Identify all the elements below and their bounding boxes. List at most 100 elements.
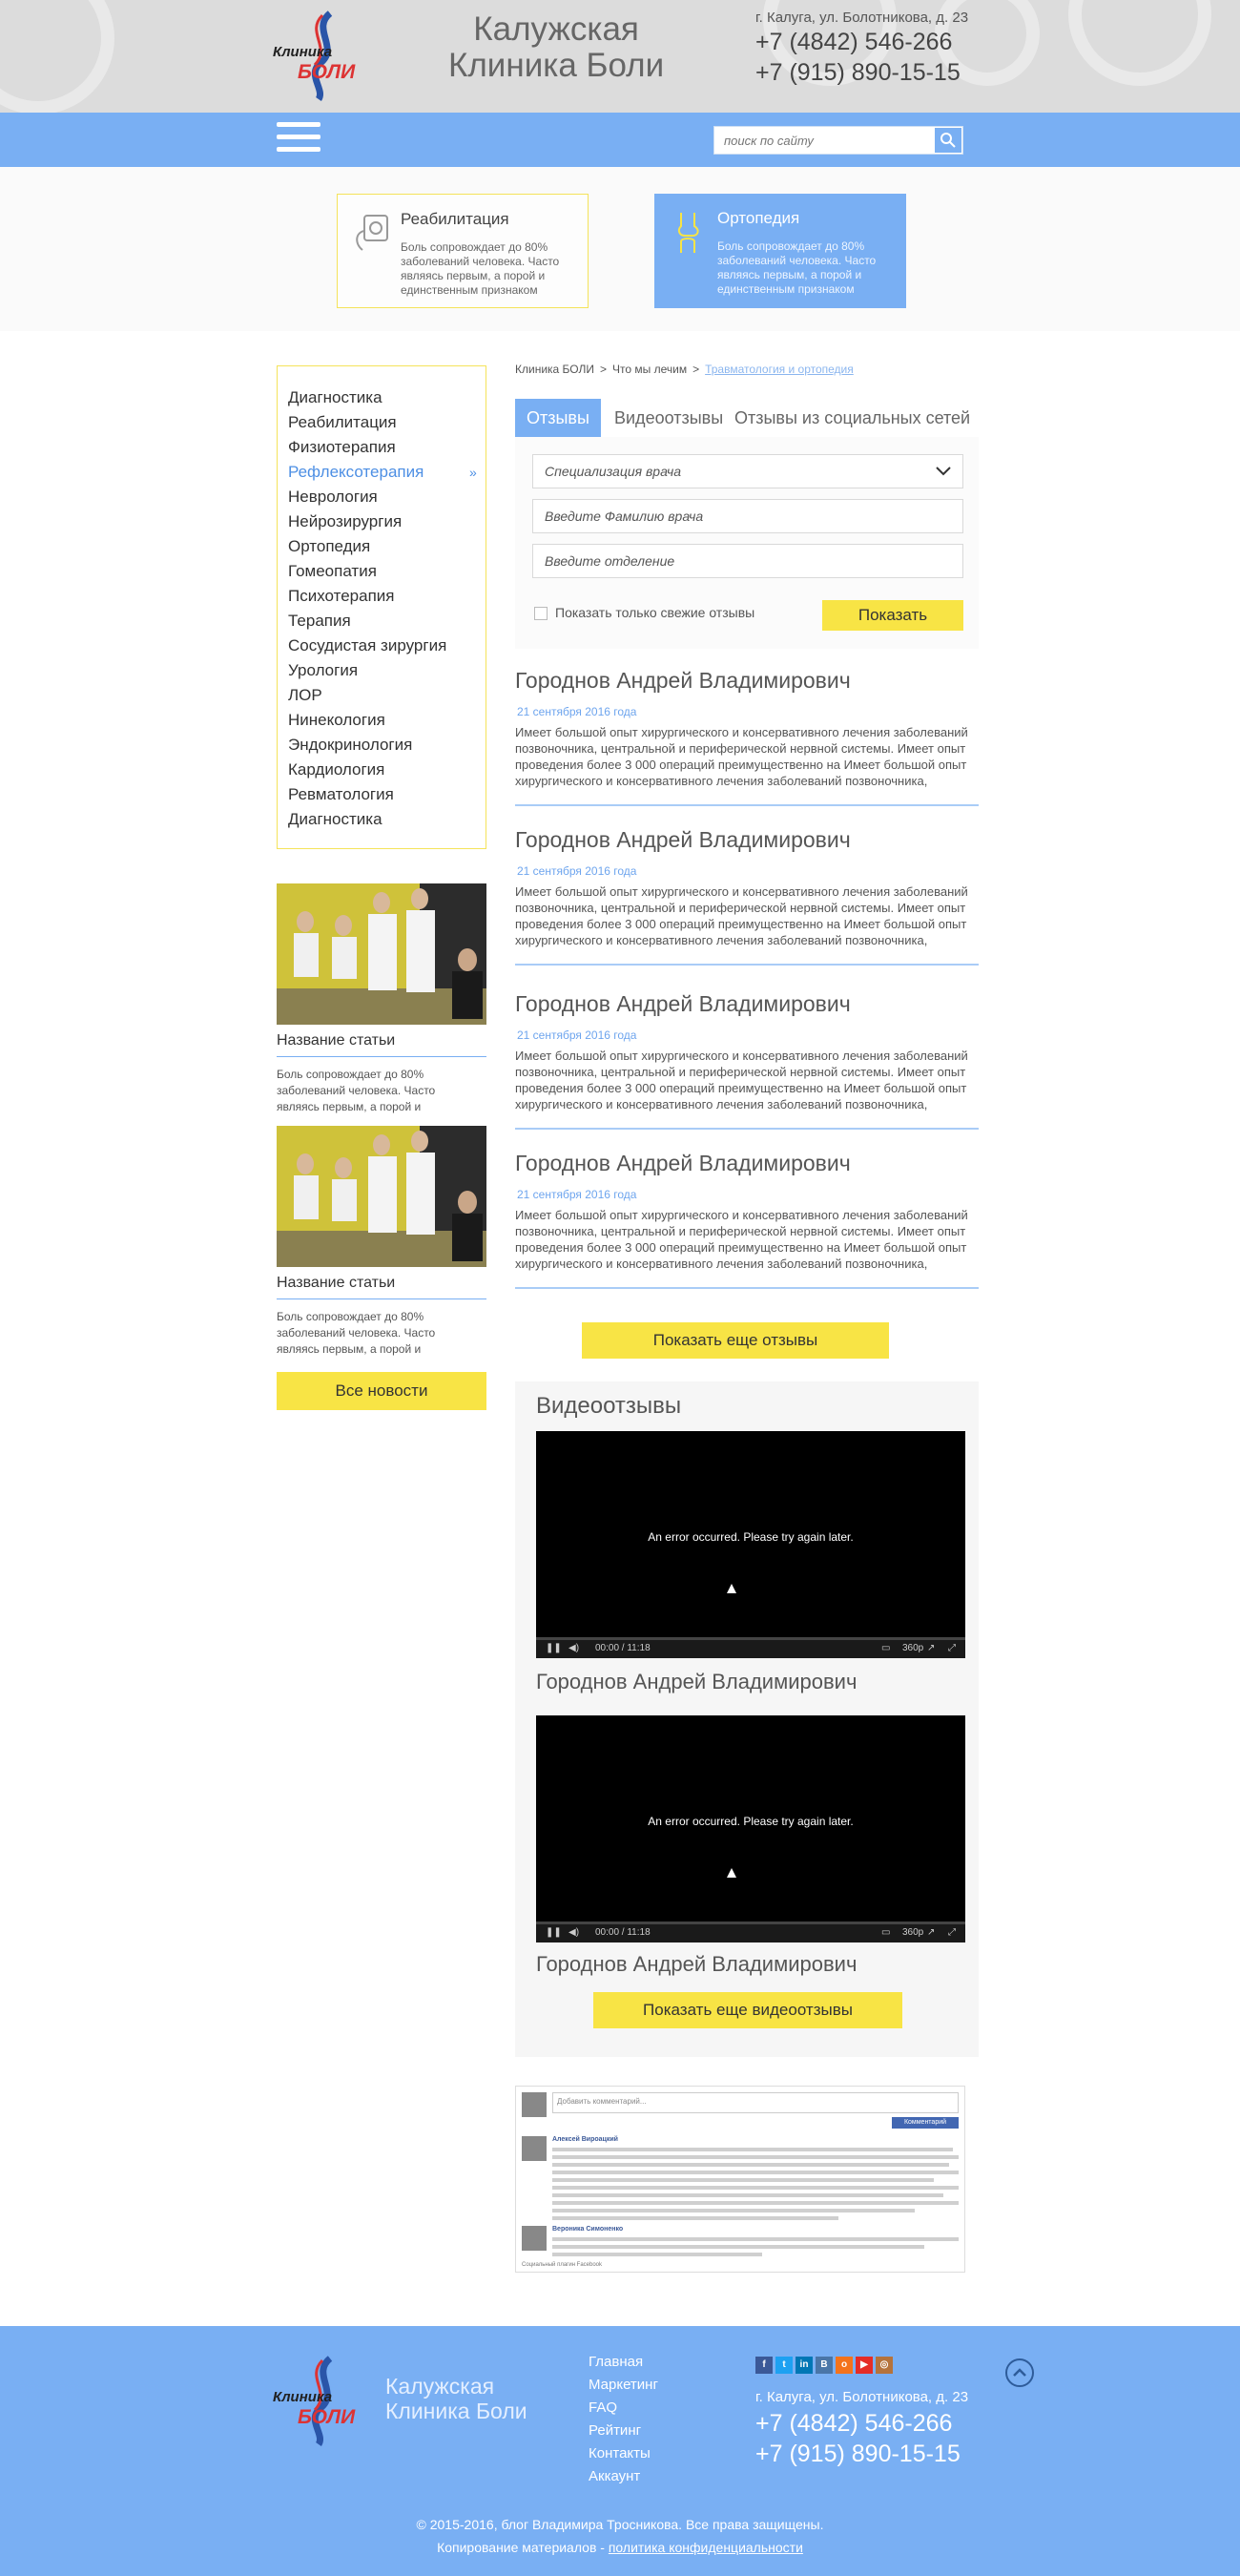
linkedin-icon[interactable]: in xyxy=(796,2357,813,2374)
twitter-icon[interactable]: t xyxy=(775,2357,793,2374)
sidebar-item[interactable]: Неврология xyxy=(288,485,486,509)
youtube-icon[interactable]: ▶ xyxy=(856,2357,873,2374)
comment-input[interactable]: Добавить комментарий... xyxy=(552,2092,959,2113)
instagram-icon[interactable]: ◎ xyxy=(876,2357,893,2374)
facebook-plugin-label[interactable]: Социальный плагин Facebook xyxy=(522,2262,602,2268)
sidebar-menu: Диагностика Реабилитация Физиотерапия Ре… xyxy=(277,365,486,849)
sidebar-item[interactable]: Диагностика xyxy=(288,385,486,410)
pause-icon[interactable]: ❚❚ xyxy=(546,1927,562,1938)
news-excerpt: Боль сопровождает до 80% заболеваний чел… xyxy=(277,1310,436,1356)
search-button[interactable] xyxy=(935,128,961,153)
sidebar-item[interactable]: Терапия xyxy=(288,609,486,634)
comment-text-line xyxy=(552,2163,949,2167)
fresh-reviews-checkbox-row[interactable]: Показать только свежие отзывы xyxy=(534,605,754,621)
comment-author[interactable]: Вероника Симоненко xyxy=(552,2226,623,2233)
doctor-lastname-input[interactable]: Введите Фамилию врача xyxy=(532,499,963,533)
tab-video-reviews[interactable]: Видеоотзывы xyxy=(614,399,723,437)
breadcrumb-current[interactable]: Травматология и ортопедия xyxy=(705,363,854,376)
more-videos-button[interactable]: Показать еще видеоотзывы xyxy=(593,1992,902,2028)
news-photo[interactable] xyxy=(277,1126,486,1267)
video-author[interactable]: Городнов Андрей Владимирович xyxy=(536,1670,857,1694)
sidebar-item[interactable]: Урология xyxy=(288,658,486,683)
vk-icon[interactable]: B xyxy=(816,2357,833,2374)
video-player[interactable]: An error occurred. Please try again late… xyxy=(536,1431,965,1658)
search-input[interactable] xyxy=(714,127,929,154)
breadcrumb-section[interactable]: Что мы лечим xyxy=(612,363,687,376)
promo-card-ortho[interactable]: Ортопедия Боль сопровождает до 80% забол… xyxy=(654,194,906,308)
sidebar-item[interactable]: Психотерапия xyxy=(288,584,486,609)
captions-icon[interactable]: ▭ xyxy=(881,1643,890,1653)
comment-text-line xyxy=(552,2245,924,2249)
scroll-to-top-button[interactable] xyxy=(1005,2358,1034,2387)
header-phone-1[interactable]: +7 (4842) 546-266 xyxy=(755,29,952,56)
video-player[interactable]: An error occurred. Please try again late… xyxy=(536,1715,965,1942)
footer-link[interactable]: Рейтинг xyxy=(589,2420,658,2442)
divider xyxy=(515,1287,979,1289)
pause-icon[interactable]: ❚❚ xyxy=(546,1643,562,1653)
comment-text-line xyxy=(552,2148,953,2151)
sidebar-item[interactable]: Эндокринология xyxy=(288,733,486,758)
sidebar-item[interactable]: Ревматология xyxy=(288,782,486,807)
review-author[interactable]: Городнов Андрей Владимирович xyxy=(515,991,979,1017)
post-comment-button[interactable]: Комментарий xyxy=(892,2117,959,2129)
fresh-reviews-checkbox[interactable] xyxy=(534,607,548,621)
divider xyxy=(515,804,979,806)
tab-social-reviews[interactable]: Отзывы из социальных сетей xyxy=(734,399,970,437)
sidebar-item[interactable]: Диагностика xyxy=(288,807,486,832)
video-quality[interactable]: 360p xyxy=(902,1643,923,1653)
privacy-policy-link[interactable]: политика конфиденциальности xyxy=(609,2540,803,2555)
clinic-logo[interactable]: Клиника БОЛИ xyxy=(273,2355,372,2447)
footer-link[interactable]: FAQ xyxy=(589,2397,658,2420)
specialization-select[interactable]: Специализация врача xyxy=(532,454,963,488)
sidebar-item[interactable]: Нейрозирургия xyxy=(288,509,486,534)
promo-card-rehab[interactable]: Реабилитация Боль сопровождает до 80% за… xyxy=(337,194,589,308)
sidebar-item[interactable]: Ортопедия xyxy=(288,534,486,559)
footer-phone-1[interactable]: +7 (4842) 546-266 xyxy=(755,2410,952,2438)
review-text: Имеет большой опыт хирургического и конс… xyxy=(515,725,968,788)
footer-link[interactable]: Главная xyxy=(589,2351,658,2374)
review-author[interactable]: Городнов Андрей Владимирович xyxy=(515,1151,979,1176)
sidebar-item[interactable]: Реабилитация xyxy=(288,410,486,435)
sidebar-item[interactable]: Физиотерапия xyxy=(288,435,486,460)
sidebar-item-active[interactable]: Рефлексотерапия » xyxy=(288,460,486,485)
video-progress-bar[interactable] xyxy=(536,1922,965,1924)
footer-phone-2[interactable]: +7 (915) 890-15-15 xyxy=(755,2441,961,2468)
department-input[interactable]: Введите отделение xyxy=(532,544,963,578)
sidebar-item[interactable]: Нинекология xyxy=(288,708,486,733)
review-author[interactable]: Городнов Андрей Владимирович xyxy=(515,827,979,853)
volume-icon[interactable]: ◀) xyxy=(568,1643,579,1653)
footer-link[interactable]: Аккаунт xyxy=(589,2465,658,2488)
share-icon[interactable]: ↗ xyxy=(927,1643,935,1653)
footer-link[interactable]: Маркетинг xyxy=(589,2374,658,2397)
tab-reviews[interactable]: Отзывы xyxy=(515,399,601,437)
sidebar-item[interactable]: Гомеопатия xyxy=(288,559,486,584)
video-author[interactable]: Городнов Андрей Владимирович xyxy=(536,1952,857,1977)
news-title[interactable]: Название статьи xyxy=(277,1275,395,1292)
comment-author[interactable]: Алексей Вироацкий xyxy=(552,2136,618,2143)
captions-icon[interactable]: ▭ xyxy=(881,1927,890,1938)
comment-text-line xyxy=(552,2237,959,2241)
comment-text-line xyxy=(552,2171,959,2174)
fullscreen-icon[interactable]: ⤢ xyxy=(948,1643,956,1653)
video-progress-bar[interactable] xyxy=(536,1637,965,1640)
footer-link[interactable]: Контакты xyxy=(589,2442,658,2465)
show-button[interactable]: Показать xyxy=(822,600,963,631)
header-phone-2[interactable]: +7 (915) 890-15-15 xyxy=(755,59,961,87)
sidebar-item[interactable]: ЛОР xyxy=(288,683,486,708)
sidebar-item[interactable]: Сосудистая зирургия xyxy=(288,634,486,658)
share-icon[interactable]: ↗ xyxy=(927,1927,935,1938)
news-title[interactable]: Название статьи xyxy=(277,1032,395,1049)
all-news-button[interactable]: Все новости xyxy=(277,1372,486,1410)
video-quality[interactable]: 360p xyxy=(902,1927,923,1938)
hamburger-menu-icon[interactable] xyxy=(277,122,320,156)
review-author[interactable]: Городнов Андрей Владимирович xyxy=(515,668,979,694)
breadcrumb-home[interactable]: Клиника БОЛИ xyxy=(515,363,594,376)
odnoklassniki-icon[interactable]: o xyxy=(836,2357,853,2374)
facebook-icon[interactable]: f xyxy=(755,2357,773,2374)
clinic-logo[interactable]: Клиника БОЛИ xyxy=(273,10,372,102)
news-photo[interactable] xyxy=(277,883,486,1025)
sidebar-item[interactable]: Кардиология xyxy=(288,758,486,782)
volume-icon[interactable]: ◀) xyxy=(568,1927,579,1938)
fullscreen-icon[interactable]: ⤢ xyxy=(948,1927,956,1938)
more-reviews-button[interactable]: Показать еще отзывы xyxy=(582,1322,889,1359)
